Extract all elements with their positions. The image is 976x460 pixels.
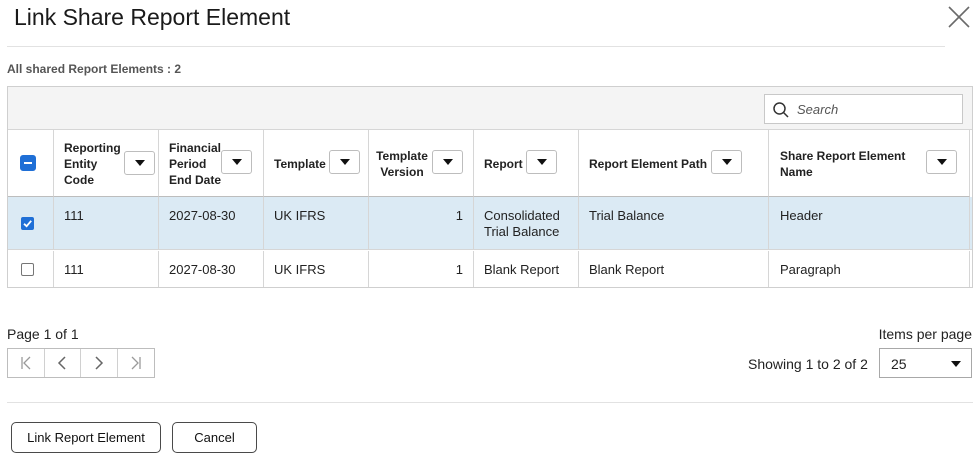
cell-report-element-path: Trial Balance: [579, 197, 769, 249]
search-icon: [773, 102, 789, 118]
filter-button-template[interactable]: [329, 150, 360, 174]
column-label: Reporting Entity Code: [64, 141, 121, 187]
first-page-icon: [21, 356, 31, 370]
row-checkbox[interactable]: [21, 217, 34, 230]
column-header-template: Template: [264, 130, 369, 197]
checkmark-icon: [23, 220, 32, 228]
filter-button-report-element-path[interactable]: [711, 150, 742, 174]
grid-toolbar: [8, 87, 972, 130]
cancel-button[interactable]: Cancel: [172, 422, 257, 453]
dialog-title: Link Share Report Element: [14, 4, 291, 30]
search-input[interactable]: [797, 100, 957, 118]
showing-count: Showing 1 to 2 of 2: [748, 356, 868, 372]
last-page-button[interactable]: [118, 349, 154, 377]
cell-financial-period-end-date: 2027-08-30: [159, 197, 264, 249]
column-header-template-version: Template Version: [369, 130, 474, 197]
cell-template-version: 1: [369, 251, 474, 287]
filter-button-reporting-entity-code[interactable]: [124, 151, 155, 175]
cell-template: UK IFRS: [264, 251, 369, 287]
column-header-financial-period-end-date: Financial Period End Date: [159, 130, 264, 197]
filter-button-financial-period-end-date[interactable]: [221, 150, 252, 174]
cell-report-element-path: Blank Report: [579, 251, 769, 287]
next-page-button[interactable]: [81, 349, 118, 377]
link-report-element-button[interactable]: Link Report Element: [11, 422, 161, 453]
shared-elements-summary: All shared Report Elements : 2: [7, 62, 182, 76]
filter-button-share-report-element-name[interactable]: [926, 150, 957, 174]
report-elements-grid: Reporting Entity Code Financial Period E…: [7, 86, 973, 288]
column-header-report-element-path: Report Element Path: [579, 130, 769, 197]
column-label: Template: [274, 157, 326, 171]
cell-share-report-element-name: Header: [769, 197, 970, 249]
title-divider: [7, 46, 945, 47]
cell-financial-period-end-date: 2027-08-30: [159, 251, 264, 287]
page-indicator: Page 1 of 1: [7, 326, 79, 342]
items-per-page-value: 25: [891, 356, 907, 372]
chevron-left-icon: [58, 356, 66, 370]
cell-report: Consolidated Trial Balance: [474, 197, 579, 249]
chevron-right-icon: [95, 356, 103, 370]
cell-report: Blank Report: [474, 251, 579, 287]
column-header-report: Report: [474, 130, 579, 197]
chevron-down-icon: [951, 361, 961, 367]
cell-template-version: 1: [369, 197, 474, 249]
first-page-button[interactable]: [8, 349, 45, 377]
cell-share-report-element-name: Paragraph: [769, 251, 970, 287]
row-checkbox[interactable]: [21, 263, 34, 276]
column-label: Financial Period End Date: [169, 141, 222, 187]
cell-template: UK IFRS: [264, 197, 369, 249]
column-label: Share Report Element Name: [780, 149, 906, 179]
table-row[interactable]: 111 2027-08-30 UK IFRS 1 Consolidated Tr…: [8, 197, 972, 250]
column-label: Template Version: [376, 149, 428, 179]
search-box[interactable]: [764, 94, 963, 124]
close-icon: [948, 6, 970, 28]
close-button[interactable]: [944, 2, 974, 32]
table-row[interactable]: 111 2027-08-30 UK IFRS 1 Blank Report Bl…: [8, 251, 972, 287]
footer-divider: [7, 402, 973, 403]
row-select-cell: [8, 251, 54, 287]
cell-reporting-entity-code: 111: [54, 251, 159, 287]
filter-button-template-version[interactable]: [432, 150, 463, 174]
items-per-page-select[interactable]: 25: [879, 348, 972, 378]
last-page-icon: [131, 356, 141, 370]
column-label: Report: [484, 157, 523, 171]
items-per-page-label: Items per page: [878, 326, 972, 342]
select-all-header: [8, 130, 54, 197]
select-all-checkbox[interactable]: [20, 155, 36, 171]
pagination-controls: [7, 348, 155, 378]
column-header-reporting-entity-code: Reporting Entity Code: [54, 130, 159, 197]
row-select-cell: [8, 197, 54, 249]
column-label: Report Element Path: [589, 157, 708, 171]
filter-button-report[interactable]: [526, 150, 557, 174]
cell-reporting-entity-code: 111: [54, 197, 159, 249]
column-header-share-report-element-name: Share Report Element Name: [769, 130, 970, 197]
previous-page-button[interactable]: [45, 349, 81, 377]
